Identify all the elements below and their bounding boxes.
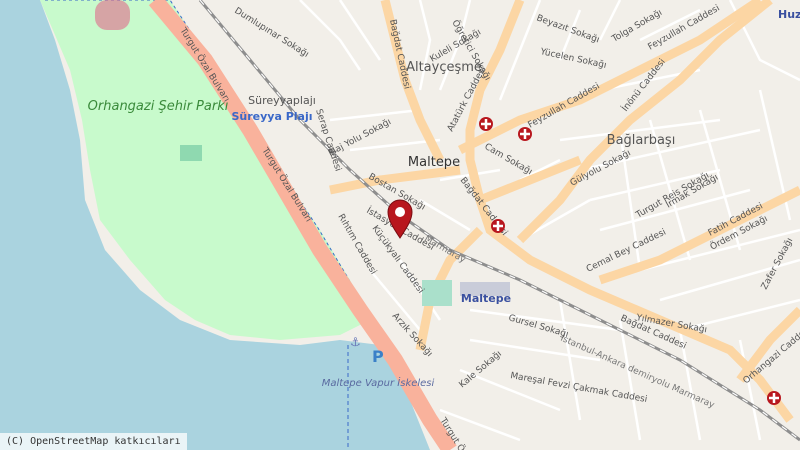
station-square [422,280,452,306]
corner-label: Huz [778,8,800,21]
stadium-area [95,0,130,30]
map-attribution[interactable]: (C) OpenStreetMap katkıcıları [0,433,187,450]
park-label: Orhangazi Şehir Parkı [88,99,229,114]
neighborhood-label-baglarbasi: Bağlarbaşı [607,133,676,148]
beach-label: Süreyya Plajı [231,110,312,123]
neighborhood-label-altaycesme: Altayçeşme [406,60,482,75]
neighborhood-label-sureyyaplaji: Süreyyaplajı [248,94,316,107]
pharmacy-icon[interactable] [491,219,505,233]
pier-label: Maltepe Vapur İskelesi [322,376,435,389]
map-canvas[interactable]: Orhangazi Şehir Parkı Maltepe Altayçeşme… [0,0,800,450]
sports-field [180,145,202,161]
district-label-maltepe: Maltepe [408,155,460,170]
pharmacy-icon[interactable] [767,391,781,405]
map-view[interactable]: Orhangazi Şehir Parkı Maltepe Altayçeşme… [0,0,800,450]
parking-icon[interactable]: P [372,347,384,366]
pharmacy-icon[interactable] [479,117,493,131]
station-label: Maltepe [461,292,511,305]
pharmacy-icon[interactable] [518,127,532,141]
anchor-icon: ⚓ [350,335,361,349]
